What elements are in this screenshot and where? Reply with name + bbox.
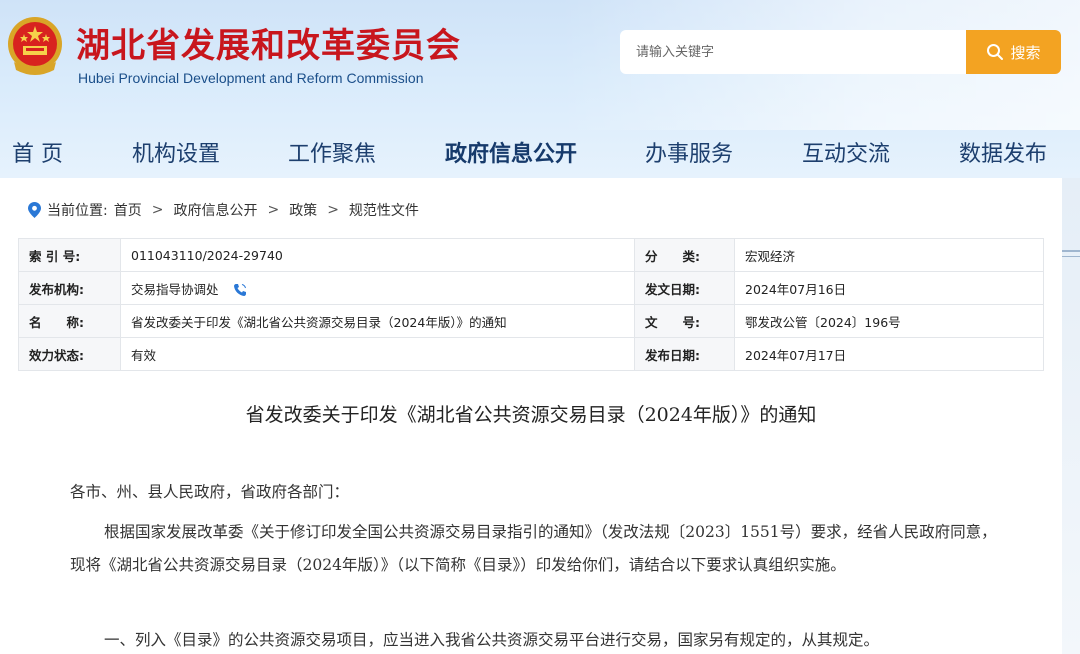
breadcrumb-separator: > — [327, 202, 339, 218]
location-pin-icon — [28, 202, 41, 218]
breadcrumb-normative-docs[interactable]: 规范性文件 — [349, 200, 419, 220]
publish-date-value: 2024年07月17日 — [734, 337, 1044, 371]
validity-status-value: 有效 — [120, 337, 635, 371]
search-box — [620, 30, 968, 74]
search-icon — [987, 44, 1004, 60]
site-title: 湖北省发展和改革委员会 — [76, 26, 461, 66]
doc-number-value: 鄂发改公管〔2024〕196号 — [734, 304, 1044, 338]
validity-status-label: 效力状态: — [18, 337, 121, 371]
document-salutation: 各市、州、县人民政府，省政府各部门： — [70, 483, 350, 501]
table-row: 发布机构: 交易指导协调处 发文日期: 2024年07月16日 — [18, 271, 1044, 305]
nav-item-data[interactable]: 数据发布 — [959, 136, 1047, 168]
publisher-value: 交易指导协调处 — [131, 281, 219, 297]
publisher-cell: 交易指导协调处 — [120, 271, 635, 305]
publisher-label: 发布机构: — [18, 271, 121, 305]
doc-number-label: 文 号: — [634, 304, 735, 338]
document-title: 省发改委关于印发《湖北省公共资源交易目录（2024年版）》的通知 — [245, 404, 817, 426]
doc-name-value: 省发改委关于印发《湖北省公共资源交易目录（2024年版）》的通知 — [120, 304, 635, 338]
document-paragraph: 一、列入《目录》的公共资源交易项目，应当进入我省公共资源交易平台进行交易，国家另… — [104, 631, 880, 649]
breadcrumb-policy[interactable]: 政策 — [289, 200, 317, 220]
breadcrumb: 当前位置: 首页 > 政府信息公开 > 政策 > 规范性文件 — [28, 200, 419, 220]
issue-date-label: 发文日期: — [634, 271, 735, 305]
table-row: 名 称: 省发改委关于印发《湖北省公共资源交易目录（2024年版）》的通知 文 … — [18, 304, 1044, 338]
index-number-value: 011043110/2024-29740 — [120, 238, 635, 272]
nav-item-work-focus[interactable]: 工作聚焦 — [288, 136, 376, 168]
index-number-label: 索 引 号: — [18, 238, 121, 272]
site-subtitle: Hubei Provincial Development and Reform … — [78, 70, 424, 86]
nav-item-home[interactable]: 首 页 — [12, 136, 63, 168]
search-button[interactable]: 搜索 — [966, 30, 1061, 74]
main-nav: 首 页 机构设置 工作聚焦 政府信息公开 办事服务 互动交流 数据发布 — [0, 128, 1080, 174]
search-input[interactable] — [620, 30, 968, 74]
nav-item-interaction[interactable]: 互动交流 — [802, 136, 890, 168]
issue-date-value: 2024年07月16日 — [734, 271, 1044, 305]
nav-item-organization[interactable]: 机构设置 — [132, 136, 220, 168]
document-metadata-table: 索 引 号: 011043110/2024-29740 分 类: 宏观经济 发布… — [18, 238, 1044, 371]
breadcrumb-prefix: 当前位置: — [47, 203, 108, 219]
decorative-line — [1062, 256, 1080, 257]
nav-item-services[interactable]: 办事服务 — [645, 136, 733, 168]
table-row: 索 引 号: 011043110/2024-29740 分 类: 宏观经济 — [18, 238, 1044, 272]
content-panel: 当前位置: 首页 > 政府信息公开 > 政策 > 规范性文件 索 引 号: 01… — [0, 178, 1062, 654]
page-edge-decoration — [1062, 178, 1080, 654]
national-emblem-icon — [8, 17, 62, 75]
phone-icon[interactable] — [233, 283, 247, 297]
category-label: 分 类: — [634, 238, 735, 272]
search-button-label: 搜索 — [1010, 43, 1041, 62]
nav-item-gov-info[interactable]: 政府信息公开 — [445, 136, 577, 168]
doc-name-label: 名 称: — [18, 304, 121, 338]
category-value: 宏观经济 — [734, 238, 1044, 272]
document-paragraph: 根据国家发展改革委《关于修订印发全国公共资源交易目录指引的通知》（发改法规〔20… — [70, 523, 997, 574]
breadcrumb-separator: > — [267, 202, 280, 218]
site-header: 湖北省发展和改革委员会 Hubei Provincial Development… — [0, 0, 1080, 178]
breadcrumb-home[interactable]: 首页 — [114, 200, 142, 220]
publish-date-label: 发布日期: — [634, 337, 735, 371]
table-row: 效力状态: 有效 发布日期: 2024年07月17日 — [18, 337, 1044, 371]
decorative-line — [1062, 250, 1080, 252]
breadcrumb-gov-info[interactable]: 政府信息公开 — [173, 200, 257, 220]
breadcrumb-separator: > — [151, 202, 164, 218]
